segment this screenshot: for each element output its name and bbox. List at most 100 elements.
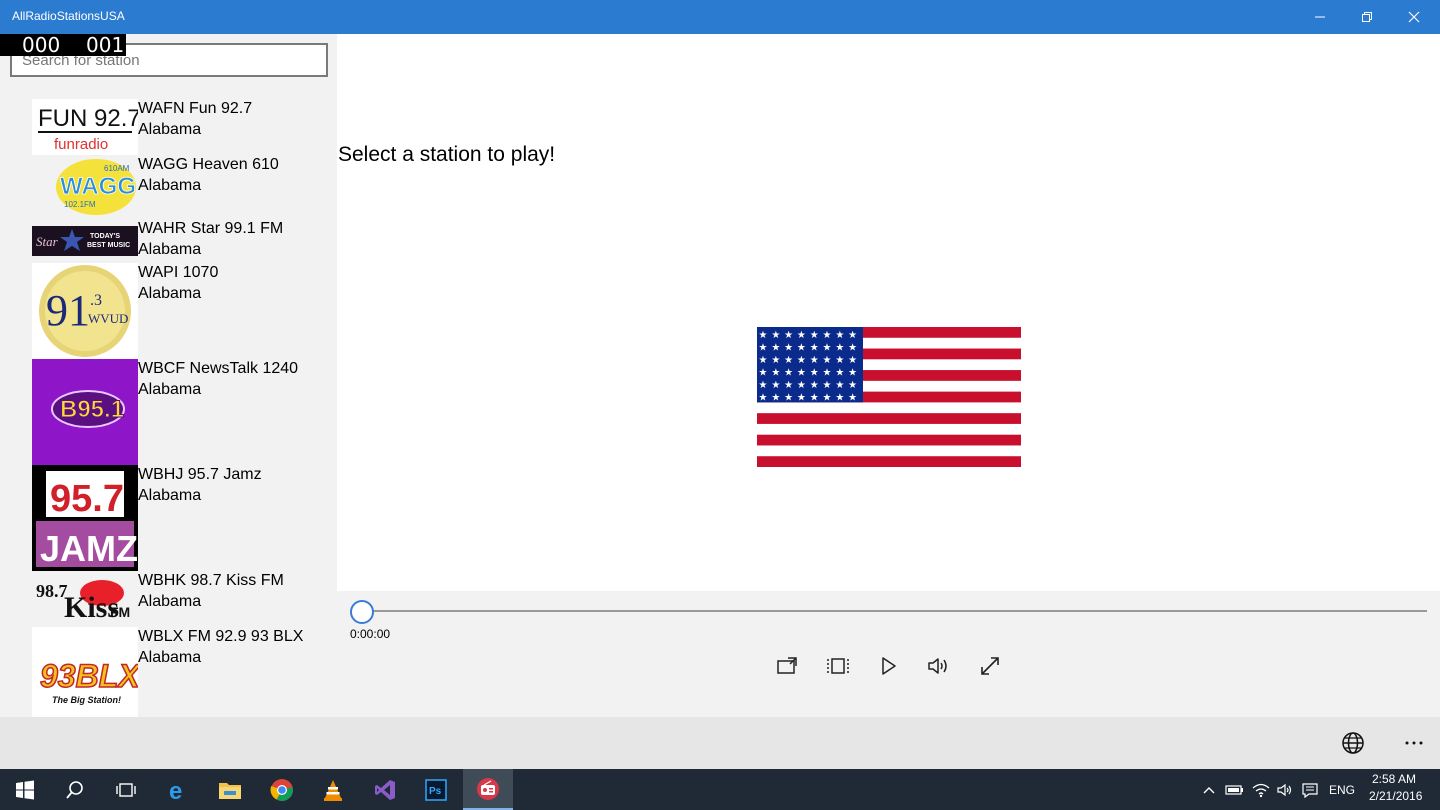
- minimize-button[interactable]: [1297, 0, 1343, 34]
- chrome-button[interactable]: [257, 769, 307, 810]
- counter-left: 000: [22, 33, 61, 57]
- language-indicator[interactable]: ENG: [1325, 769, 1359, 810]
- svg-text:★: ★: [835, 355, 844, 366]
- seek-thumb[interactable]: [350, 600, 374, 624]
- minimize-icon: [1315, 16, 1325, 18]
- close-icon: [1408, 11, 1420, 23]
- svg-text:FUN 92.7: FUN 92.7: [38, 105, 138, 132]
- svg-text:★: ★: [771, 343, 780, 354]
- restore-button[interactable]: [1344, 0, 1390, 34]
- volume-icon: [928, 658, 947, 674]
- volume-tray-button[interactable]: [1273, 769, 1297, 810]
- task-view-button[interactable]: [101, 769, 151, 810]
- svg-text:★: ★: [810, 330, 819, 341]
- battery-button[interactable]: [1223, 769, 1247, 810]
- radio-app-taskbar-button[interactable]: [463, 769, 513, 810]
- station-item-wbcf[interactable]: B95.1 WBCF NewsTalk 1240 Alabama: [32, 359, 332, 465]
- station-state: Alabama: [138, 121, 202, 138]
- file-explorer-button[interactable]: [205, 769, 255, 810]
- start-button[interactable]: [0, 769, 50, 810]
- station-state: Alabama: [138, 487, 202, 504]
- more-options-button[interactable]: [1398, 731, 1430, 755]
- svg-text:★: ★: [848, 393, 857, 404]
- svg-text:★: ★: [835, 343, 844, 354]
- station-logo: 91 .3 WVUD: [32, 263, 138, 359]
- svg-text:610AM: 610AM: [104, 164, 130, 173]
- play-icon: [882, 657, 896, 675]
- aspect-ratio-button[interactable]: [824, 652, 852, 680]
- visual-studio-button[interactable]: [360, 769, 410, 810]
- station-item-wbhk[interactable]: 98.7 Kiss FM WBHK 98.7 Kiss FM Alabama: [32, 571, 332, 627]
- close-button[interactable]: [1391, 0, 1437, 34]
- action-center-button[interactable]: [1298, 769, 1322, 810]
- restore-icon: [1362, 12, 1372, 22]
- svg-text:★: ★: [759, 368, 768, 379]
- svg-text:★: ★: [797, 355, 806, 366]
- station-name: WAHR Star 99.1 FM: [138, 220, 284, 237]
- cast-button[interactable]: [773, 652, 801, 680]
- show-hidden-icons-button[interactable]: [1198, 769, 1220, 810]
- svg-text:★: ★: [784, 368, 793, 379]
- globe-button[interactable]: [1341, 731, 1365, 755]
- station-item-wagg[interactable]: WAGG 610AM 102.1FM WAGG Heaven 610 Alaba…: [32, 155, 332, 219]
- station-name: WBCF NewsTalk 1240: [138, 360, 299, 377]
- svg-text:★: ★: [848, 368, 857, 379]
- svg-text:WAGG: WAGG: [60, 173, 136, 200]
- radio-app-icon: [477, 777, 499, 800]
- vlc-button[interactable]: [308, 769, 358, 810]
- edge-button[interactable]: e: [154, 769, 204, 810]
- svg-text:★: ★: [823, 380, 832, 391]
- svg-text:★: ★: [848, 355, 857, 366]
- svg-text:102.1FM: 102.1FM: [64, 200, 96, 209]
- station-item-wahr[interactable]: Star TODAY'S BEST MUSIC WAHR Star 99.1 F…: [32, 219, 332, 263]
- svg-text:★: ★: [784, 330, 793, 341]
- volume-button[interactable]: [925, 652, 953, 680]
- fullscreen-button[interactable]: [976, 652, 1004, 680]
- app-command-bar: [0, 717, 1440, 769]
- svg-text:★: ★: [771, 393, 780, 404]
- svg-text:★: ★: [771, 355, 780, 366]
- station-state: Alabama: [138, 285, 202, 302]
- speaker-icon: [1277, 783, 1292, 796]
- aspect-ratio-icon: [827, 658, 849, 674]
- svg-text:★: ★: [823, 393, 832, 404]
- station-item-wafn[interactable]: FUN 92.7 funradio WAFN Fun 92.7 Alabama: [32, 99, 332, 155]
- taskbar-search-button[interactable]: [50, 769, 100, 810]
- photoshop-button[interactable]: Ps: [411, 769, 461, 810]
- svg-text:★: ★: [810, 380, 819, 391]
- svg-text:★: ★: [848, 380, 857, 391]
- svg-text:★: ★: [835, 393, 844, 404]
- svg-text:95.7: 95.7: [50, 478, 124, 520]
- svg-text:.3: .3: [90, 292, 102, 309]
- search-icon: [66, 780, 83, 799]
- play-button[interactable]: [874, 652, 902, 680]
- station-name: WAGG Heaven 610: [138, 156, 279, 173]
- station-name: WBLX FM 92.9 93 BLX: [138, 628, 304, 645]
- svg-text:★: ★: [810, 368, 819, 379]
- wifi-button[interactable]: [1249, 769, 1273, 810]
- clock-date[interactable]: 2/21/2016: [1369, 789, 1422, 803]
- more-icon: [1405, 741, 1423, 745]
- vlc-icon: [324, 779, 342, 801]
- svg-text:funradio: funradio: [54, 136, 108, 153]
- svg-text:★: ★: [810, 343, 819, 354]
- wifi-icon: [1252, 783, 1270, 797]
- svg-text:★: ★: [810, 355, 819, 366]
- svg-text:★: ★: [848, 343, 857, 354]
- seek-track[interactable]: [357, 610, 1427, 612]
- svg-text:98.7: 98.7: [36, 581, 68, 601]
- svg-text:B95.1: B95.1: [60, 396, 124, 423]
- frame-counter: 000 001: [0, 34, 126, 56]
- station-item-wapi[interactable]: 91 .3 WVUD WAPI 1070 Alabama: [32, 263, 332, 359]
- station-item-wbhj[interactable]: 95.7 JAMZ WBHJ 95.7 Jamz Alabama: [32, 465, 332, 571]
- svg-text:★: ★: [759, 380, 768, 391]
- station-item-wblx[interactable]: 93BLX The Big Station! WBLX FM 92.9 93 B…: [32, 627, 332, 717]
- globe-icon: [1342, 732, 1364, 754]
- time-elapsed: 0:00:00: [350, 627, 391, 641]
- station-logo: FUN 92.7 funradio: [32, 99, 138, 155]
- svg-text:91: 91: [46, 286, 90, 335]
- svg-text:★: ★: [835, 368, 844, 379]
- station-sidebar: FUN 92.7 funradio WAFN Fun 92.7 Alabama …: [0, 34, 337, 717]
- clock-time[interactable]: 2:58 AM: [1372, 772, 1416, 786]
- station-state: Alabama: [138, 381, 202, 398]
